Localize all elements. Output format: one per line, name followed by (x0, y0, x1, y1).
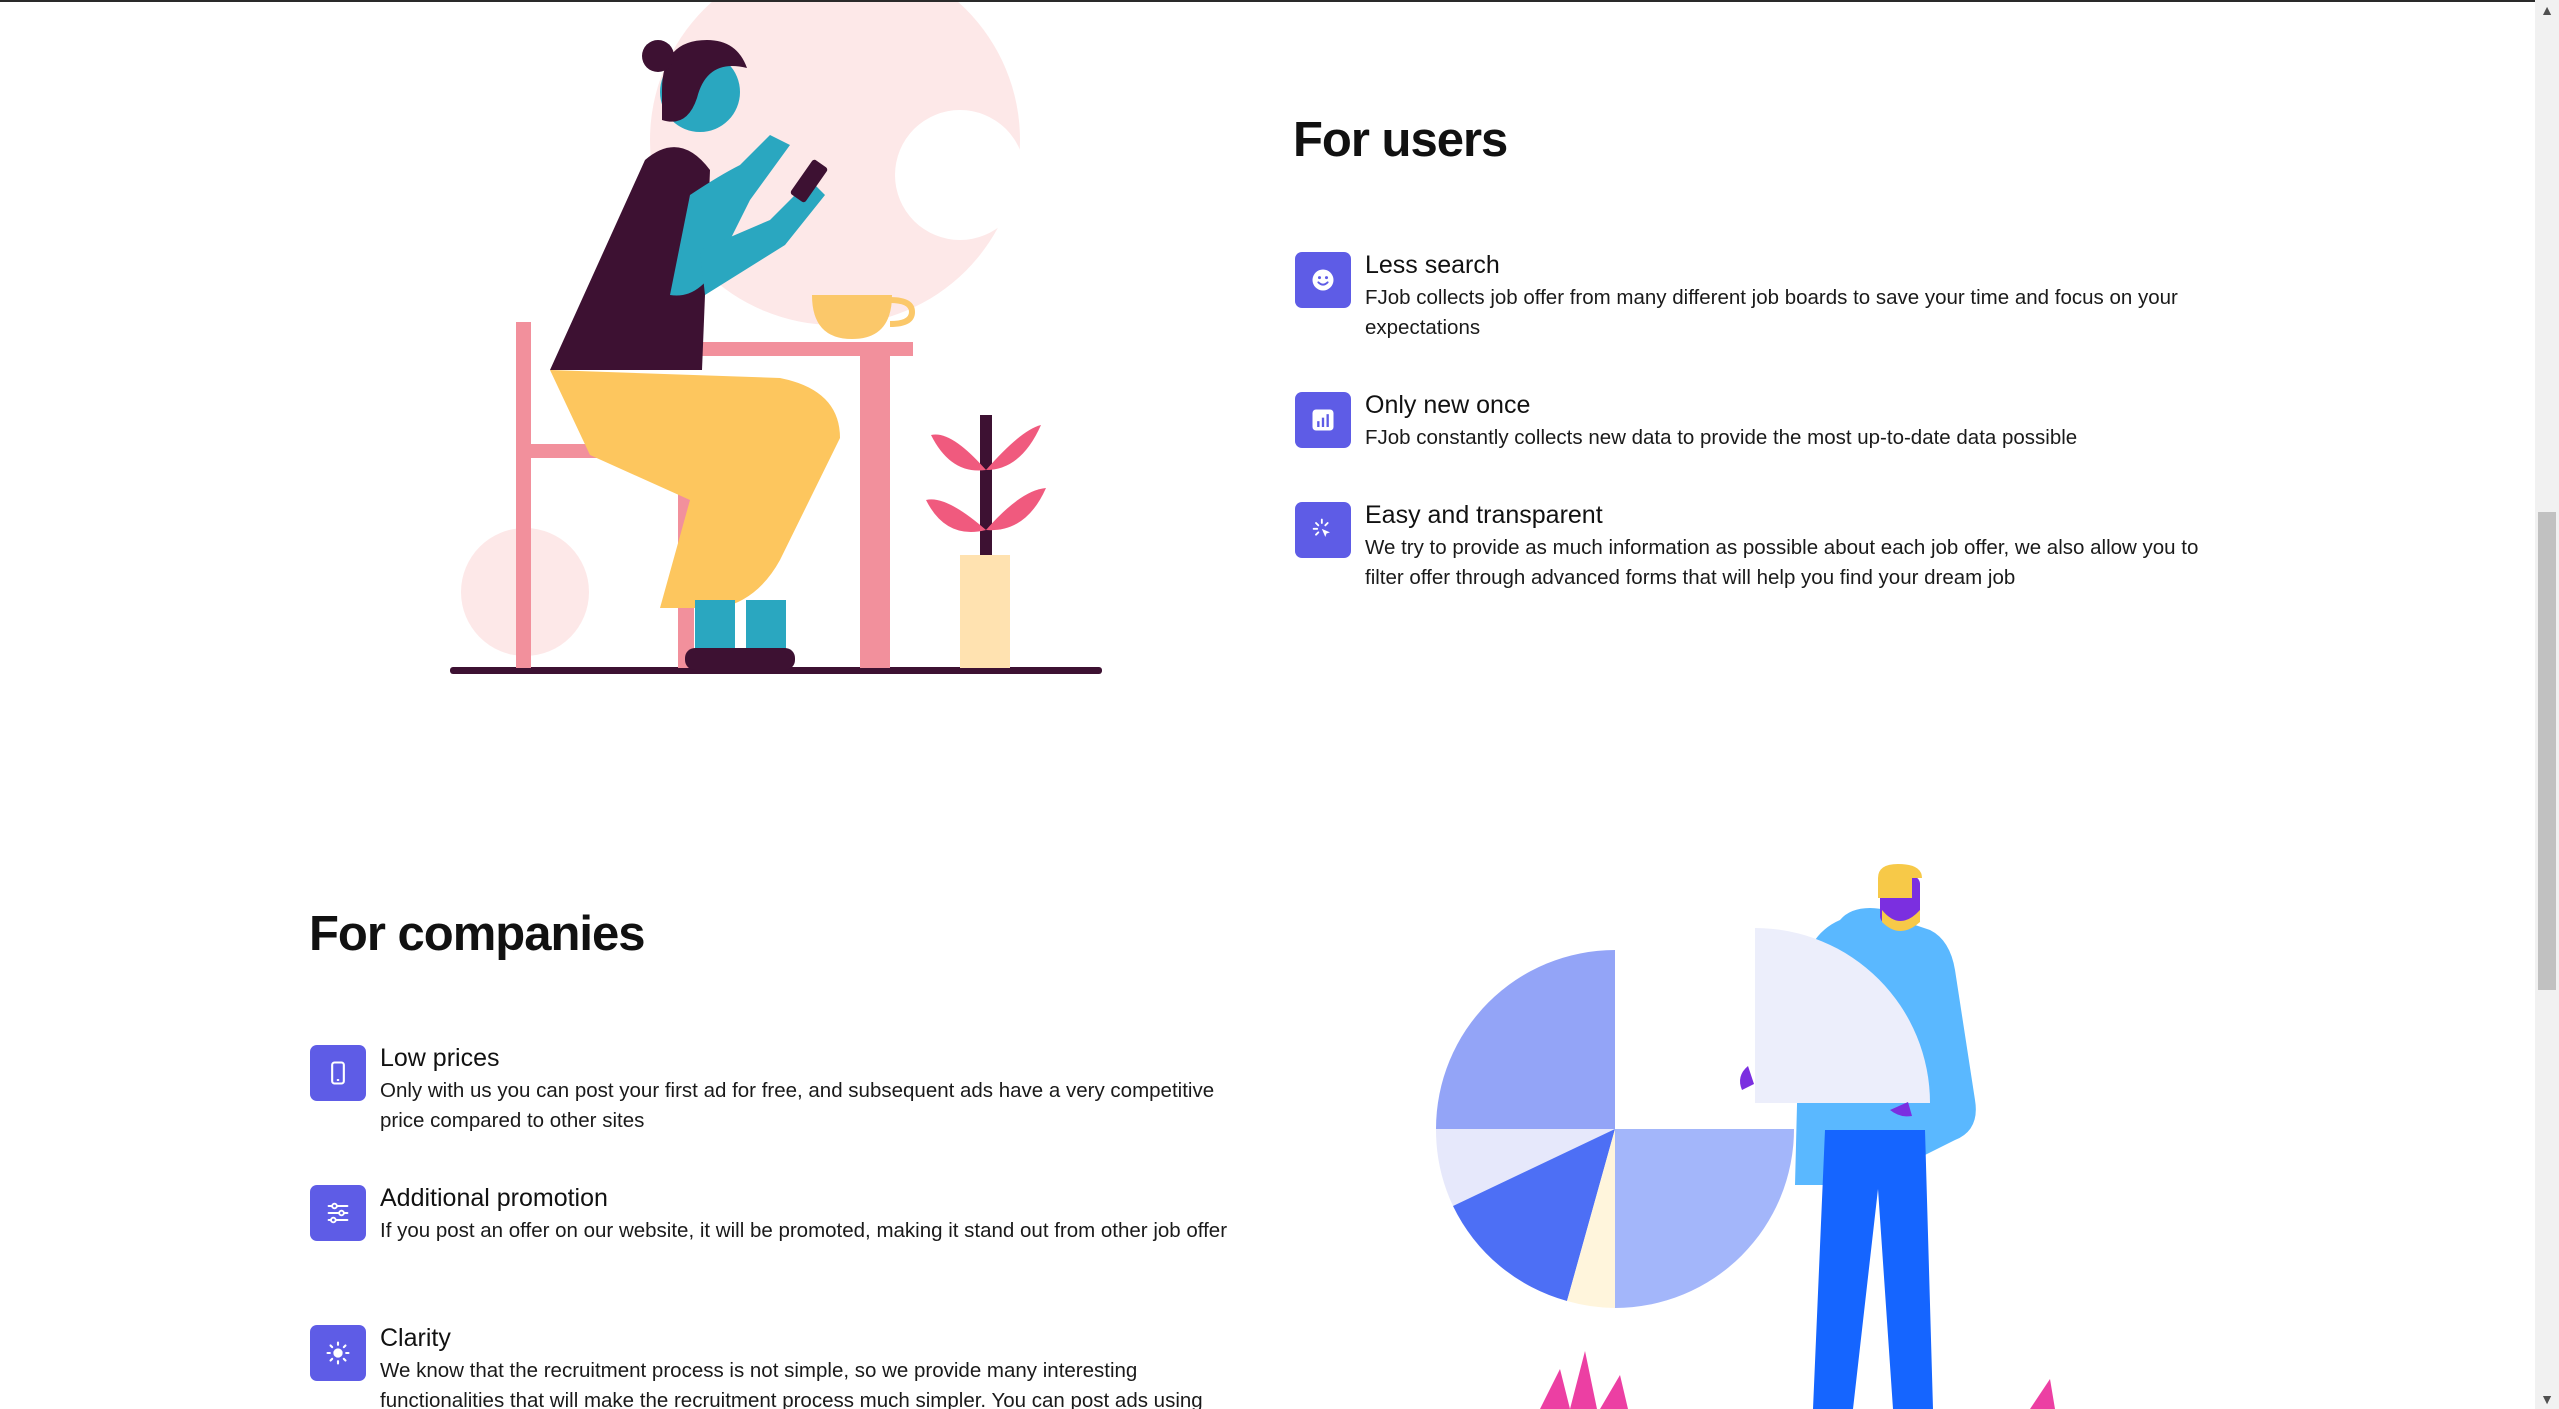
feature-less-search: Less search FJob collects job offer from… (1295, 251, 2235, 343)
sun-icon (310, 1325, 366, 1381)
feature-title: Less search (1365, 251, 1500, 279)
feature-title: Additional promotion (380, 1184, 608, 1212)
scrollbar-thumb[interactable] (2538, 512, 2556, 990)
feature-description: FJob constantly collects new data to pro… (1365, 426, 2078, 449)
feature-description: We try to provide as much information as… (1365, 536, 2199, 589)
feature-description: FJob collects job offer from many differ… (1365, 286, 2178, 339)
man-with-pie-chart-illustration (1435, 864, 2055, 1409)
feature-only-new-once: Only new once FJob constantly collects n… (1295, 391, 2235, 453)
users-section-title: For users (1293, 113, 1508, 167)
feature-description: If you post an offer on our website, it … (380, 1219, 1228, 1242)
top-border (0, 0, 2535, 2)
feature-title: Easy and transparent (1365, 501, 1603, 529)
feature-title: Only new once (1365, 391, 1531, 419)
feature-additional-promotion: Additional promotion If you post an offe… (310, 1184, 1250, 1246)
cursor-click-icon (1295, 502, 1351, 558)
sliders-icon (310, 1185, 366, 1241)
feature-title: Low prices (380, 1044, 500, 1072)
feature-title: Clarity (380, 1324, 451, 1352)
page: For users Less search FJob collects job … (0, 0, 2535, 1409)
phone-icon (310, 1045, 366, 1101)
feature-description: Only with us you can post your first ad … (380, 1079, 1215, 1132)
woman-at-table-illustration (450, 0, 1102, 674)
chart-icon (1295, 392, 1351, 448)
scroll-down-arrow-icon[interactable]: ▼ (2535, 1389, 2559, 1409)
vertical-scrollbar[interactable]: ▲ ▼ (2535, 0, 2559, 1409)
scroll-up-arrow-icon[interactable]: ▲ (2535, 0, 2559, 20)
feature-low-prices: Low prices Only with us you can post you… (310, 1044, 1250, 1136)
feature-easy-and-transparent: Easy and transparent We try to provide a… (1295, 501, 2235, 593)
feature-description: We know that the recruitment process is … (380, 1359, 1203, 1409)
smile-icon (1295, 252, 1351, 308)
companies-section-title: For companies (309, 907, 646, 961)
feature-clarity: Clarity We know that the recruitment pro… (310, 1324, 1250, 1409)
